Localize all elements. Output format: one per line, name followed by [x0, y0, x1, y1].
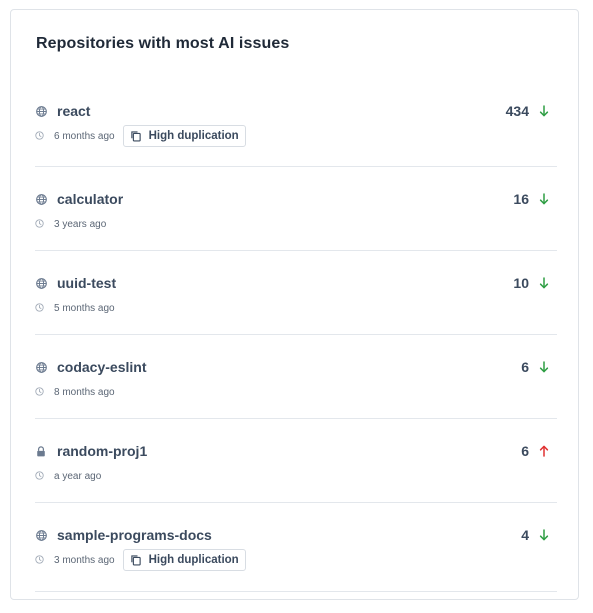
copy-icon — [130, 554, 142, 566]
repo-name-line: random-proj1 — [35, 442, 147, 460]
issue-count: 4 — [521, 527, 529, 543]
repo-meta-line: 6 months ago High duplication — [35, 124, 246, 148]
repo-row[interactable]: uuid-test 5 months ago 10 — [35, 251, 557, 335]
repo-name-link[interactable]: codacy-eslint — [57, 359, 146, 375]
globe-icon — [35, 193, 47, 205]
repo-row[interactable]: codacy-eslint 8 months ago 6 — [35, 335, 557, 419]
globe-icon — [35, 105, 47, 117]
clock-icon — [35, 387, 45, 397]
clock-icon — [35, 131, 45, 141]
repo-meta-line: 8 months ago — [35, 380, 115, 404]
arrow-down-icon — [539, 193, 549, 205]
globe-icon — [35, 529, 47, 541]
repo-name-link[interactable]: sample-programs-docs — [57, 527, 212, 543]
clock-icon — [35, 219, 45, 229]
repo-row[interactable]: react 6 months ago High duplication 434 — [35, 83, 557, 167]
arrow-down-icon — [539, 105, 549, 117]
clock-icon — [35, 303, 45, 313]
repo-name-line: calculator — [35, 190, 123, 208]
repo-name-line: uuid-test — [35, 274, 116, 292]
clock-icon — [35, 555, 45, 565]
repo-name-line: react — [35, 102, 90, 120]
last-updated-text: 3 years ago — [54, 218, 107, 230]
issue-count-group: 4 — [521, 526, 549, 544]
issue-count: 6 — [521, 443, 529, 459]
arrow-up-icon — [539, 445, 549, 457]
issue-count-group: 10 — [513, 274, 549, 292]
high-duplication-badge: High duplication — [122, 549, 246, 571]
arrow-down-icon — [539, 361, 549, 373]
repo-row[interactable]: random-proj1 a year ago 6 — [35, 419, 557, 503]
last-updated-text: 8 months ago — [54, 386, 115, 398]
card-title: Repositories with most AI issues — [36, 35, 290, 52]
issue-count-group: 16 — [513, 190, 549, 208]
repo-name-link[interactable]: react — [57, 103, 90, 119]
badge-label: High duplication — [148, 554, 239, 566]
arrow-down-icon — [539, 529, 549, 541]
arrow-down-icon — [539, 277, 549, 289]
repo-name-link[interactable]: calculator — [57, 191, 123, 207]
last-updated-text: 5 months ago — [54, 302, 115, 314]
clock-icon — [35, 471, 45, 481]
repo-meta-line: 3 years ago — [35, 212, 106, 236]
repo-name-link[interactable]: uuid-test — [57, 275, 116, 291]
issue-count-group: 434 — [506, 102, 549, 120]
last-updated-text: a year ago — [54, 470, 102, 482]
repo-row[interactable]: sample-programs-docs 3 months ago High dup… — [35, 503, 557, 592]
globe-icon — [35, 277, 47, 289]
repo-meta-line: 5 months ago — [35, 296, 115, 320]
repo-meta-line: 3 months ago High duplication — [35, 548, 246, 572]
ai-issues-card: Repositories with most AI issues react 6 … — [10, 9, 579, 600]
issue-count: 16 — [513, 191, 529, 207]
last-updated-text: 3 months ago — [54, 554, 115, 566]
badge-label: High duplication — [148, 130, 239, 142]
repo-list: react 6 months ago High duplication 434 calc… — [35, 83, 557, 592]
repo-name-line: codacy-eslint — [35, 358, 146, 376]
last-updated-text: 6 months ago — [54, 130, 115, 142]
issue-count: 10 — [513, 275, 529, 291]
globe-icon — [35, 361, 47, 373]
repo-meta-line: a year ago — [35, 464, 101, 488]
lock-icon — [35, 445, 47, 457]
high-duplication-badge: High duplication — [122, 125, 246, 147]
issue-count: 434 — [505, 103, 529, 119]
repo-row[interactable]: calculator 3 years ago 16 — [35, 167, 557, 251]
repo-name-line: sample-programs-docs — [35, 526, 212, 544]
repo-name-link[interactable]: random-proj1 — [57, 443, 147, 459]
issue-count: 6 — [521, 359, 529, 375]
issue-count-group: 6 — [521, 442, 549, 460]
issue-count-group: 6 — [521, 358, 549, 376]
copy-icon — [130, 130, 142, 142]
